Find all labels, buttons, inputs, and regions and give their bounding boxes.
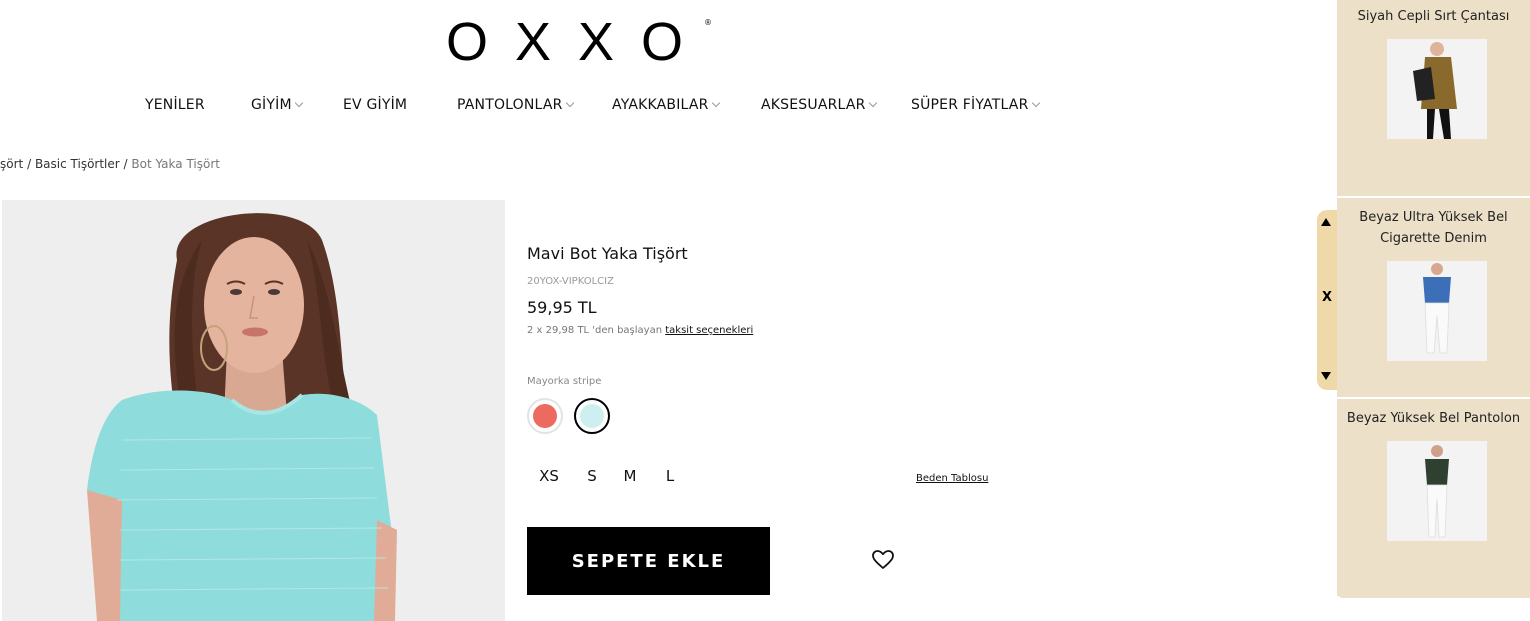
nav-item-label: PANTOLONLAR <box>457 97 563 113</box>
chevron-down-icon <box>1031 98 1040 108</box>
scroll-down-icon[interactable] <box>1321 372 1331 380</box>
brand-logo[interactable]: OXXO ® <box>446 12 716 72</box>
breadcrumb-link[interactable]: Basic Tişörtler <box>35 157 120 171</box>
nav-item-aksesuarlar[interactable]: AKSESUARLAR <box>761 95 877 115</box>
recommendations-scroller: X <box>1317 210 1337 390</box>
divider <box>1337 196 1530 198</box>
recommendation-item[interactable]: Beyaz Yüksek Bel Pantolon <box>1337 408 1530 596</box>
recommendation-image <box>1387 261 1487 361</box>
color-label: Mayorka stripe <box>527 376 602 387</box>
nav-item-pantolonlar[interactable]: PANTOLONLAR <box>457 95 574 115</box>
product-title: Mavi Bot Yaka Tişört <box>527 244 688 263</box>
nav-item-label: EV GİYİM <box>343 97 408 113</box>
nav-item-label: GİYİM <box>251 97 292 113</box>
nav-item-label: AKSESUARLAR <box>761 97 866 113</box>
breadcrumb-separator: / <box>123 157 128 171</box>
product-sku: 20YOX-VIPKOLCIZ <box>527 276 614 287</box>
breadcrumb-separator: / <box>27 157 32 171</box>
divider <box>1337 397 1530 399</box>
chevron-down-icon <box>711 98 720 108</box>
heart-icon[interactable] <box>871 548 895 572</box>
size-option-l[interactable]: L <box>652 467 688 485</box>
installment-options-link[interactable]: taksit seçenekleri <box>665 325 753 336</box>
nav-item-label: YENİLER <box>145 97 205 113</box>
recommendation-image <box>1387 39 1487 139</box>
logo-text: OXXO <box>446 12 711 72</box>
chevron-down-icon <box>565 98 574 108</box>
size-option-s[interactable]: S <box>574 467 610 485</box>
recommendation-title: Beyaz Yüksek Bel Pantolon <box>1346 411 1521 426</box>
color-swatch-coral[interactable] <box>527 398 563 434</box>
size-option-xs[interactable]: XS <box>531 467 567 485</box>
product-price: 59,95 TL <box>527 298 597 317</box>
recommendation-item[interactable]: Siyah Cepli Sırt Çantası <box>1337 6 1530 196</box>
model-photo <box>2 200 505 621</box>
product-image[interactable] <box>2 200 505 621</box>
chevron-down-icon <box>294 98 303 108</box>
swatch-fill <box>579 403 604 428</box>
breadcrumb: şört / Basic Tişörtler / Bot Yaka Tişört <box>0 157 220 171</box>
size-chart-link[interactable]: Beden Tablosu <box>916 473 988 484</box>
swatch-fill <box>533 404 557 428</box>
color-swatch-mint[interactable] <box>574 398 610 434</box>
breadcrumb-link[interactable]: şört <box>0 157 23 171</box>
nav-item-giyim[interactable]: GİYİM <box>251 95 303 115</box>
recommendation-title: Siyah Cepli Sırt Çantası <box>1357 9 1510 24</box>
size-option-m[interactable]: M <box>612 467 648 485</box>
nav-item-ev-giyim[interactable]: EV GİYİM <box>343 95 407 115</box>
breadcrumb-current: Bot Yaka Tişört <box>131 157 220 171</box>
nav-item-super-fiyatlar[interactable]: SÜPER FİYATLAR <box>911 95 1040 115</box>
nav-item-label: AYAKKABILAR <box>612 97 709 113</box>
recommendation-item[interactable]: Beyaz Ultra Yüksek Bel Cigarette Denim <box>1337 207 1530 397</box>
add-to-cart-button[interactable]: SEPETE EKLE <box>527 527 770 595</box>
chevron-down-icon <box>868 98 877 108</box>
recommendation-image <box>1387 441 1487 541</box>
nav-item-label: SÜPER FİYATLAR <box>911 97 1029 113</box>
nav-item-ayakkabilar[interactable]: AYAKKABILAR <box>612 95 720 115</box>
installment-text: 2 x 29,98 TL 'den başlayan <box>527 325 663 336</box>
close-icon[interactable]: X <box>1322 290 1332 305</box>
recommendation-title: Beyaz Ultra Yüksek Bel Cigarette Denim <box>1359 210 1508 246</box>
nav-item-yeniler[interactable]: YENİLER <box>145 95 205 115</box>
installment-info: 2 x 29,98 TL 'den başlayan taksit seçene… <box>527 325 753 336</box>
registered-mark: ® <box>704 18 712 27</box>
scroll-up-icon[interactable] <box>1321 218 1331 226</box>
